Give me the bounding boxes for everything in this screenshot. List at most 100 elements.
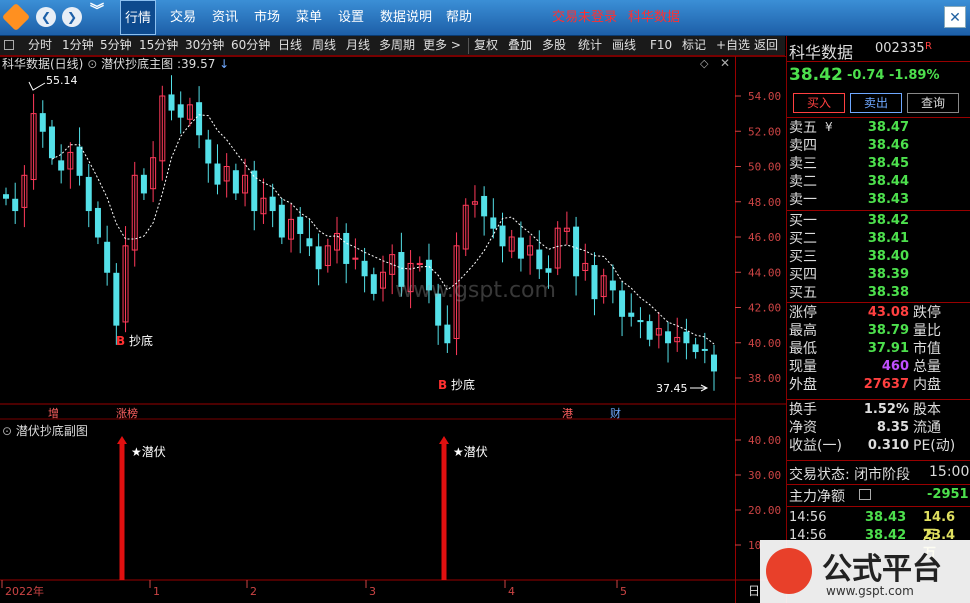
- collapse-sub-icon[interactable]: ⊙: [2, 424, 12, 438]
- tool-back[interactable]: 返回: [752, 36, 780, 55]
- query-button[interactable]: 查询: [907, 93, 959, 113]
- ask-row[interactable]: 卖五 38.47: [787, 119, 967, 137]
- period-30m[interactable]: 30分钟: [183, 36, 226, 55]
- y-tick-label: 40.00: [748, 337, 781, 350]
- stat-right-label: 总量: [913, 359, 941, 375]
- candle-body: [278, 204, 285, 238]
- period-day[interactable]: 日线: [276, 36, 304, 55]
- menu-news[interactable]: 资讯: [212, 0, 238, 35]
- stat-price: 27637: [863, 377, 909, 392]
- bid-row[interactable]: 买三 38.40: [787, 248, 967, 266]
- tool-adjust[interactable]: 复权: [472, 36, 500, 55]
- kline-chart[interactable]: 54.00 52.00 50.00 48.00 46.00 44.00 42.00 40.00…: [0, 56, 786, 603]
- stat-row[interactable]: 外盘 27637 内盘: [787, 376, 967, 394]
- stat2-row[interactable]: 收益(一) 0.310 PE(动): [787, 437, 967, 455]
- period-multi[interactable]: 多周期: [377, 36, 417, 55]
- bid-row[interactable]: 买四 38.39: [787, 266, 967, 284]
- tool-stats[interactable]: 统计: [576, 36, 604, 55]
- bid-label: 买五: [789, 285, 817, 301]
- divider: [787, 460, 970, 461]
- candle-body: [85, 176, 92, 212]
- last-price: 38.42: [789, 65, 843, 85]
- ask-row[interactable]: 卖四 38.46: [787, 137, 967, 155]
- stat-right-label: 跌停: [913, 305, 941, 321]
- tool-overlay[interactable]: 叠加: [506, 36, 534, 55]
- collapse-icon[interactable]: ︾: [90, 4, 104, 18]
- stat-row[interactable]: 涨停 43.08 跌停: [787, 304, 967, 322]
- tool-add-watch[interactable]: +自选: [714, 36, 752, 55]
- bid-label: 买一: [789, 213, 817, 229]
- period-15m[interactable]: 15分钟: [137, 36, 180, 55]
- trade-login-status[interactable]: 交易未登录: [552, 0, 617, 35]
- y-tick-label: 44.00: [748, 266, 781, 279]
- stat-row[interactable]: 现量 460 总量: [787, 358, 967, 376]
- stat-row[interactable]: 最低 37.91 市值: [787, 340, 967, 358]
- candle-body: [168, 94, 175, 111]
- stat2-row[interactable]: 净资 8.35 流通: [787, 419, 967, 437]
- candle-body: [94, 207, 101, 238]
- site-logo: 公式平台 www.gspt.com: [760, 540, 970, 603]
- stat2-row[interactable]: 换手 1.52% 股本: [787, 401, 967, 419]
- x-tick-label: 1: [153, 585, 160, 598]
- tool-mark[interactable]: 标记: [680, 36, 708, 55]
- sell-button[interactable]: 卖出: [850, 93, 902, 113]
- flow-icon[interactable]: [859, 489, 871, 500]
- forward-icon[interactable]: ❯: [62, 7, 82, 27]
- period-tick[interactable]: 分时: [26, 36, 54, 55]
- stat-label: 现量: [789, 359, 817, 375]
- sub-indicator-name[interactable]: 潜伏抄底副图: [16, 424, 88, 438]
- candle-body: [637, 320, 644, 323]
- menu-settings[interactable]: 设置: [338, 0, 364, 35]
- x-tick-label: 2: [250, 585, 257, 598]
- buy-button[interactable]: 买入: [793, 93, 845, 113]
- ask-row[interactable]: 卖一 38.43: [787, 191, 967, 209]
- period-5m[interactable]: 5分钟: [98, 36, 134, 55]
- period-week[interactable]: 周线: [310, 36, 338, 55]
- tool-draw[interactable]: 画线: [610, 36, 638, 55]
- close-icon[interactable]: ✕: [944, 6, 966, 28]
- period-1m[interactable]: 1分钟: [60, 36, 96, 55]
- ask-row[interactable]: 卖二 38.44: [787, 173, 967, 191]
- panel-icon[interactable]: [4, 40, 14, 50]
- close-indicator-icon[interactable]: ✕: [720, 56, 730, 70]
- candle-body: [39, 113, 46, 132]
- back-icon[interactable]: ❮: [36, 7, 56, 27]
- stat2-label: 换手: [789, 402, 817, 418]
- menu-market[interactable]: 市场: [254, 0, 280, 35]
- y-tick-label: 52.00: [748, 125, 781, 138]
- tool-multi-stock[interactable]: 多股: [540, 36, 568, 55]
- ask-row[interactable]: 卖三 38.45: [787, 155, 967, 173]
- period-60m[interactable]: 60分钟: [229, 36, 272, 55]
- signal-bar: [119, 440, 125, 580]
- event-tag-finance[interactable]: 财: [610, 405, 621, 421]
- ask-price: 38.47: [867, 120, 909, 135]
- stat2-price: 0.310: [867, 438, 909, 453]
- menu-quotes[interactable]: 行情: [120, 0, 157, 35]
- stat-right-label: 量比: [913, 323, 941, 339]
- low-label: 37.45: [656, 382, 688, 395]
- trade-state-time: 15:00: [929, 464, 970, 480]
- bid-row[interactable]: 买五 38.38: [787, 284, 967, 302]
- menu-data-help[interactable]: 数据说明: [380, 0, 432, 35]
- bid-row[interactable]: 买二 38.41: [787, 230, 967, 248]
- candle-body: [692, 344, 699, 353]
- ask-label: 卖五: [789, 120, 817, 136]
- menu-help[interactable]: 帮助: [446, 0, 472, 35]
- event-tag-hk[interactable]: 港: [562, 405, 573, 421]
- tool-f10[interactable]: F10: [648, 36, 674, 55]
- event-tag-top-gainers[interactable]: 涨榜: [116, 405, 138, 421]
- menu-trade[interactable]: 交易: [170, 0, 196, 35]
- period-more[interactable]: 更多 >: [421, 36, 463, 55]
- candle-body: [481, 195, 488, 217]
- settings-icon[interactable]: ◇: [700, 57, 708, 70]
- event-tag-increase[interactable]: 增: [48, 405, 59, 421]
- stock-period-label: 科华数据(日线): [2, 57, 84, 71]
- stat-row[interactable]: 最高 38.79 量比: [787, 322, 967, 340]
- down-arrow-icon: ↓: [219, 57, 230, 71]
- indicator-name[interactable]: 潜伏抄底主图: [101, 57, 173, 71]
- collapse-icon[interactable]: ⊙: [87, 57, 97, 71]
- period-month[interactable]: 月线: [344, 36, 372, 55]
- menu-menu[interactable]: 菜单: [296, 0, 322, 35]
- bid-price: 38.41: [867, 231, 909, 246]
- bid-row[interactable]: 买一 38.42: [787, 212, 967, 230]
